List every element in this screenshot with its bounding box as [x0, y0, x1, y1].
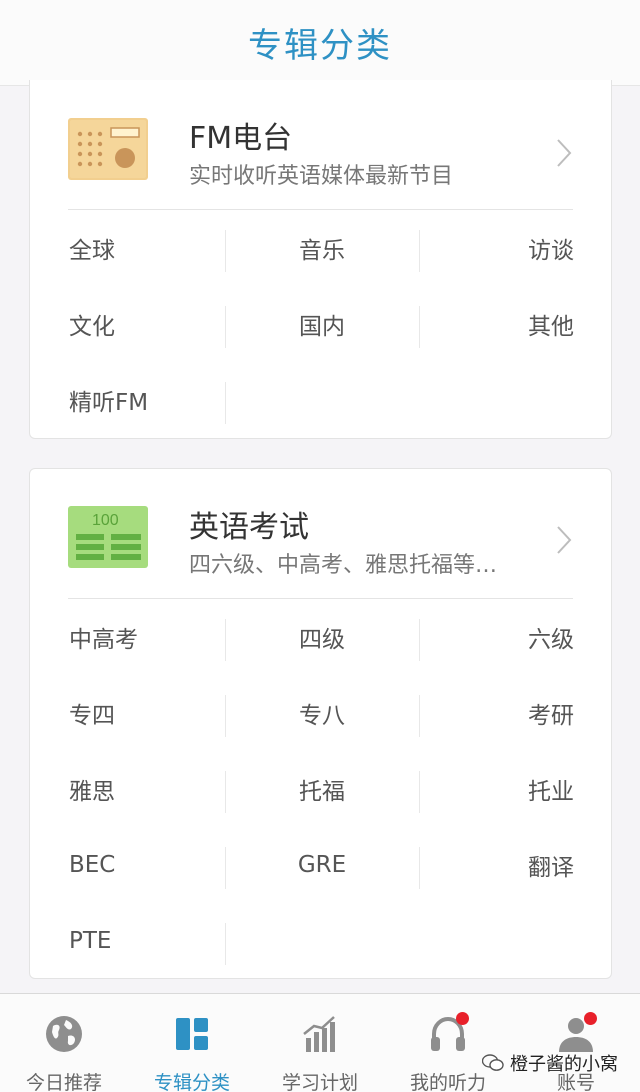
- category-item[interactable]: 国内: [225, 286, 419, 362]
- english-exam-subtitle: 四六级、中高考、雅思托福等…: [189, 553, 498, 578]
- category-item[interactable]: 四级: [225, 599, 419, 675]
- category-item[interactable]: 文化: [69, 286, 115, 362]
- wechat-icon: [482, 1054, 504, 1071]
- notification-badge: [456, 1012, 469, 1025]
- cell-separator: [419, 847, 420, 889]
- tab-label: 今日推荐: [25, 1072, 102, 1092]
- category-item[interactable]: 中高考: [69, 599, 138, 675]
- category-item[interactable]: 托业: [528, 751, 574, 827]
- category-row: 雅思 托福 托业: [30, 751, 613, 827]
- fm-radio-card: FM电台 实时收听英语媒体最新节目 全球 音乐 访谈 文化 国内 其他 精听FM: [29, 80, 612, 439]
- category-item[interactable]: 六级: [528, 599, 574, 675]
- tab-label: 专辑分类: [153, 1072, 230, 1092]
- category-item[interactable]: PTE: [69, 903, 111, 979]
- english-exam-card: 100 英语考试 四六级、中高考、雅思托福等… 中高考 四级 六级 专四 专八 …: [29, 468, 612, 979]
- fm-radio-subtitle: 实时收听英语媒体最新节目: [189, 164, 454, 189]
- watermark-text: 橙子酱的小窝: [510, 1054, 618, 1075]
- exam-icon-score: 100: [92, 512, 119, 529]
- english-exam-title: 英语考试: [189, 510, 309, 545]
- bar-chart-icon: [303, 1016, 335, 1052]
- cell-separator: [419, 695, 420, 737]
- category-item[interactable]: 考研: [528, 675, 574, 751]
- category-item[interactable]: 全球: [69, 210, 115, 286]
- bottom-tab-bar: 今日推荐 专辑分类 学习计划 我的听力 账号: [0, 993, 640, 1092]
- cell-separator: [419, 230, 420, 272]
- cell-separator: [419, 306, 420, 348]
- category-row: 精听FM: [30, 362, 613, 438]
- fm-radio-card-header[interactable]: FM电台 实时收听英语媒体最新节目: [30, 80, 611, 210]
- fm-category-grid: 全球 音乐 访谈 文化 国内 其他 精听FM: [30, 210, 613, 438]
- cell-separator: [225, 382, 226, 424]
- tab-study-plan[interactable]: 学习计划: [256, 994, 384, 1092]
- app-header: 专辑分类: [0, 0, 640, 86]
- cell-separator: [419, 771, 420, 813]
- chevron-right-icon: [557, 139, 572, 167]
- globe-icon: [46, 1016, 82, 1052]
- category-row: PTE: [30, 903, 613, 979]
- radio-icon: [68, 118, 148, 180]
- category-item[interactable]: 雅思: [69, 751, 115, 827]
- chevron-right-icon: [557, 526, 572, 554]
- category-item[interactable]: 翻译: [528, 827, 574, 903]
- category-item[interactable]: GRE: [225, 827, 419, 903]
- category-item[interactable]: 其他: [528, 286, 574, 362]
- category-grid-icon: [176, 1018, 208, 1050]
- exam-score-icon: 100: [68, 506, 148, 568]
- category-item[interactable]: BEC: [69, 827, 115, 903]
- exam-category-grid: 中高考 四级 六级 专四 专八 考研 雅思 托福 托业 BEC GRE 翻译 P…: [30, 599, 613, 979]
- fm-radio-title: FM电台: [189, 121, 293, 156]
- category-row: 中高考 四级 六级: [30, 599, 613, 675]
- category-item[interactable]: 专四: [69, 675, 115, 751]
- english-exam-card-header[interactable]: 100 英语考试 四六级、中高考、雅思托福等…: [30, 469, 611, 599]
- category-row: BEC GRE 翻译: [30, 827, 613, 903]
- category-item[interactable]: 托福: [225, 751, 419, 827]
- category-row: 文化 国内 其他: [30, 286, 613, 362]
- cell-separator: [419, 619, 420, 661]
- tab-label: 学习计划: [281, 1072, 358, 1092]
- page-title: 专辑分类: [248, 26, 392, 66]
- category-row: 专四 专八 考研: [30, 675, 613, 751]
- tab-today-recommend[interactable]: 今日推荐: [0, 994, 128, 1092]
- watermark: 橙子酱的小窝: [482, 1050, 618, 1076]
- category-item[interactable]: 音乐: [225, 210, 419, 286]
- cell-separator: [225, 923, 226, 965]
- category-item[interactable]: 精听FM: [69, 362, 148, 438]
- notification-badge: [584, 1012, 597, 1025]
- category-row: 全球 音乐 访谈: [30, 210, 613, 286]
- category-item[interactable]: 访谈: [528, 210, 574, 286]
- tab-album-category[interactable]: 专辑分类: [128, 994, 256, 1092]
- tab-account[interactable]: 账号: [512, 994, 640, 1092]
- category-item[interactable]: 专八: [225, 675, 419, 751]
- tab-my-listening[interactable]: 我的听力: [384, 994, 512, 1092]
